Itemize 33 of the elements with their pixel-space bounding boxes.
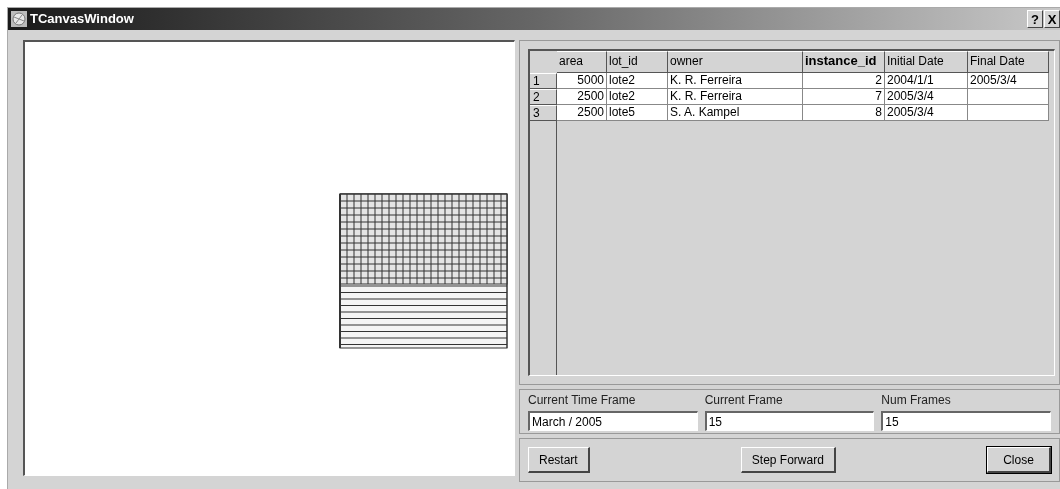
column-header[interactable]: owner	[668, 51, 803, 73]
row-header[interactable]: 2	[530, 89, 557, 105]
table-cell: 2005/3/4	[968, 73, 1049, 89]
push-button[interactable]: Step Forward	[740, 447, 836, 473]
table-cell: K. R. Ferreira	[668, 89, 803, 105]
push-button[interactable]: Restart	[528, 447, 590, 473]
table-cell: 2004/1/1	[885, 73, 968, 89]
table-cell: 2500	[557, 105, 607, 121]
table-cell: 8	[803, 105, 885, 121]
help-button[interactable]: ?	[1027, 10, 1043, 28]
table-cell: 2500	[557, 89, 607, 105]
table-cell: 2005/3/4	[885, 105, 968, 121]
table-cell: 7	[803, 89, 885, 105]
push-button[interactable]: Close	[987, 447, 1051, 473]
table-cell: 2	[803, 73, 885, 89]
table-cell: K. R. Ferreira	[668, 73, 803, 89]
table-cell: lote2	[607, 89, 668, 105]
input-field[interactable]: 15	[881, 411, 1051, 431]
table-cell: lote5	[607, 105, 668, 121]
app-icon	[11, 11, 27, 27]
table-cell: 2005/3/4	[885, 89, 968, 105]
table-cell: 5000	[557, 73, 607, 89]
input-field[interactable]: 15	[704, 411, 875, 431]
row-header[interactable]: 3	[530, 105, 557, 121]
table-cell: lote2	[607, 73, 668, 89]
table-cell: S. A. Kampel	[668, 105, 803, 121]
field-label: Current Time Frame	[528, 393, 637, 407]
field-label: Num Frames	[881, 393, 952, 407]
field-label: Current Frame	[704, 393, 784, 407]
window-close-button[interactable]: X	[1044, 10, 1060, 28]
input-field[interactable]: March / 2005	[528, 411, 698, 431]
window-title: TCanvasWindow	[30, 10, 134, 29]
row-header[interactable]: 1	[530, 73, 557, 89]
